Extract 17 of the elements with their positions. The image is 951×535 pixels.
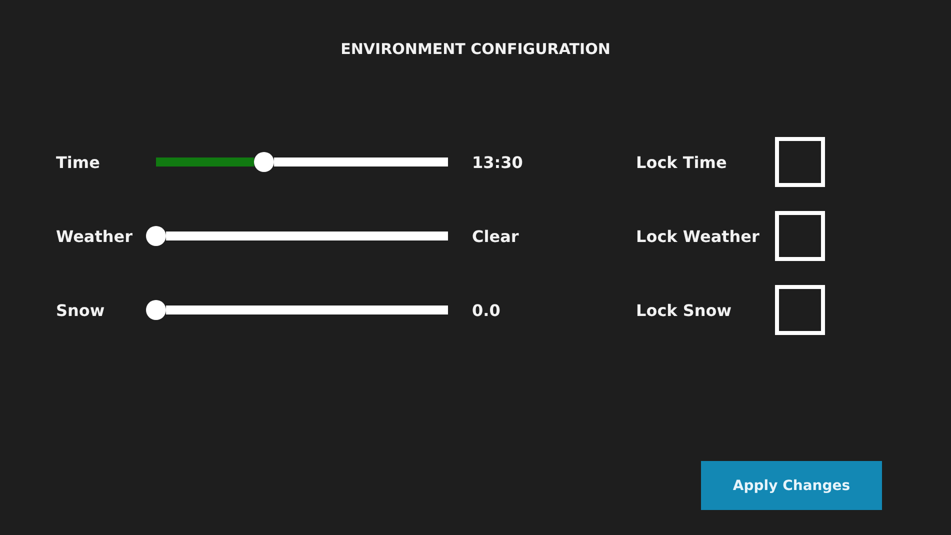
lock-checkbox[interactable] <box>775 211 825 261</box>
lock-label: Lock Weather <box>636 226 760 246</box>
lock-checkbox[interactable] <box>775 137 825 187</box>
slider-thumb[interactable] <box>146 226 166 246</box>
lock-label: Lock Snow <box>636 300 733 320</box>
apply-button[interactable]: Apply Changes <box>701 461 882 510</box>
setting-value: 13:30 <box>472 152 524 172</box>
setting-label: Time <box>56 152 101 172</box>
lock-checkbox[interactable] <box>775 285 825 335</box>
lock-label: Lock Time <box>636 152 728 172</box>
setting-label: Weather <box>56 226 134 246</box>
setting-label: Snow <box>56 300 106 320</box>
setting-value: 0.0 <box>472 300 502 320</box>
setting-value: Clear <box>472 226 520 246</box>
page-title: ENVIRONMENT CONFIGURATION <box>340 40 610 58</box>
slider-thumb[interactable] <box>254 152 274 172</box>
slider-thumb[interactable] <box>146 300 166 320</box>
